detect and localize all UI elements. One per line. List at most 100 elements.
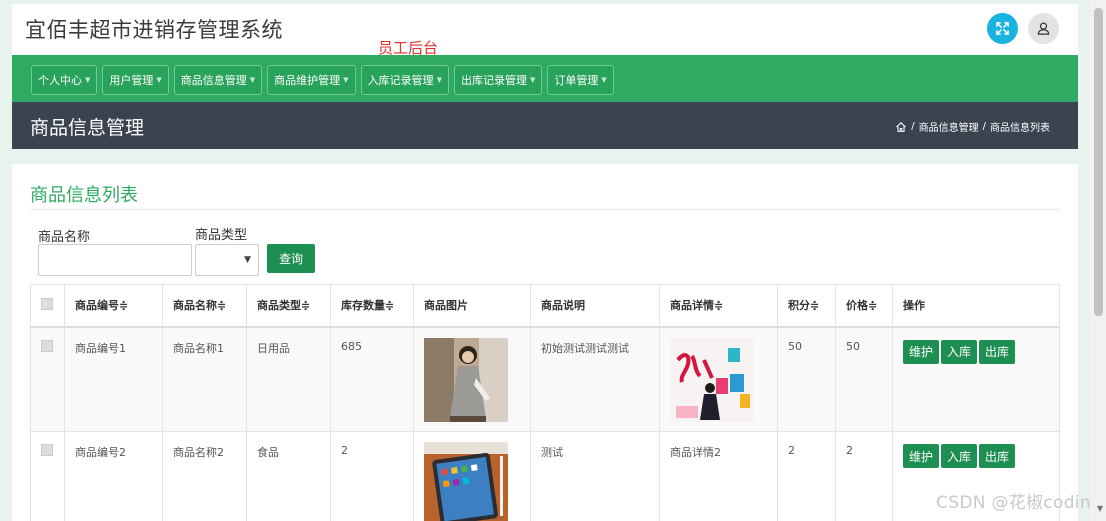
row-checkbox[interactable]: [41, 339, 53, 352]
col-label: 商品说明: [541, 299, 585, 313]
cell-points: 50: [777, 326, 836, 432]
sort-icon: ≑: [217, 299, 227, 313]
maintain-button[interactable]: 维护: [903, 339, 940, 364]
nav-label: 用户管理: [109, 74, 154, 87]
nav-item-users[interactable]: 用户管理 ▼: [102, 65, 169, 95]
col-header[interactable]: 商品类型≑: [246, 284, 331, 328]
caret-down-icon: ▼: [249, 76, 256, 84]
cell-type: 食品: [246, 431, 331, 521]
caret-down-icon: ▼: [343, 76, 349, 84]
cell-type: 日用品: [246, 326, 331, 432]
detail-shopping-poster[interactable]: [670, 337, 754, 422]
card-title: 商品信息列表: [30, 185, 138, 206]
cell-image: [413, 431, 531, 521]
sort-icon: ≑: [810, 299, 820, 313]
col-header: 商品说明: [530, 284, 660, 328]
main-nav: 个人中心 ▼ 用户管理 ▼ 商品信息管理 ▼ 商品维护管理 ▼ 入库记录管理 ▼ 出库记录…: [12, 55, 1078, 102]
cell-detail: [659, 326, 778, 432]
col-label: 库存数量: [341, 299, 385, 313]
staff-label: 员工后台: [378, 39, 439, 57]
cell-actions: 维护 入库 出库: [892, 326, 1060, 432]
nav-label: 商品维护管理: [274, 74, 341, 87]
watermark: CSDN @花椒coding: [936, 493, 1102, 513]
caret-down-icon: ▼: [436, 76, 442, 84]
page-scrollbar[interactable]: ▼: [1091, 0, 1106, 521]
col-header[interactable]: 商品名称≑: [162, 284, 247, 328]
caret-down-icon: ▼: [601, 76, 607, 84]
table-row: 商品编号2 商品名称2 食品 2 测试 商品详情2 2 2 维护 入库 出库: [30, 431, 1060, 521]
cell-image: [413, 326, 531, 432]
nav-label: 个人中心: [38, 74, 82, 87]
scroll-down-arrow-icon[interactable]: ▼: [1097, 504, 1103, 513]
nav-item-personal[interactable]: 个人中心 ▼: [31, 65, 98, 95]
divider: [30, 209, 1060, 210]
product-type-select[interactable]: ▼: [195, 244, 259, 276]
col-label: 商品编号: [75, 299, 119, 313]
col-label: 商品图片: [424, 299, 468, 313]
product-photo-tablet[interactable]: [424, 442, 508, 521]
breadcrumb: / 商品信息管理 / 商品信息列表: [895, 119, 1050, 134]
nav-item-stock-in[interactable]: 入库记录管理 ▼: [360, 65, 449, 95]
row-checkbox[interactable]: [41, 444, 53, 456]
col-header[interactable]: 商品详情≑: [659, 284, 778, 328]
user-icon: [1037, 22, 1050, 35]
maintain-button[interactable]: 维护: [903, 444, 940, 468]
row-select-cell: [30, 431, 65, 521]
col-header: 商品图片: [413, 284, 531, 328]
select-all-checkbox[interactable]: [41, 297, 53, 310]
cell-code: 商品编号1: [64, 326, 163, 432]
nav-label: 订单管理: [554, 74, 599, 87]
sort-icon: ≑: [714, 299, 724, 313]
cell-name: 商品名称1: [162, 326, 247, 432]
stock-out-button[interactable]: 出库: [979, 444, 1016, 468]
cell-stock: 685: [330, 326, 414, 432]
col-header[interactable]: 积分≑: [777, 284, 836, 328]
home-icon[interactable]: [895, 121, 907, 133]
cell-price: 2: [835, 431, 893, 521]
sort-icon: ≑: [119, 299, 129, 313]
nav-item-stock-out[interactable]: 出库记录管理 ▼: [453, 65, 543, 95]
fullscreen-button[interactable]: [987, 13, 1018, 44]
breadcrumb-item-current: 商品信息列表: [990, 123, 1050, 134]
user-menu-button[interactable]: [1028, 13, 1059, 44]
product-list-card: 商品信息列表 商品名称 商品类型 ▼ 查询 商品编号≑ 商品名称≑ 商品类型≑ …: [12, 164, 1078, 521]
cell-points: 2: [777, 431, 836, 521]
col-label: 商品详情: [670, 299, 714, 313]
col-header[interactable]: 商品编号≑: [64, 284, 163, 328]
page-header: 商品信息管理 / 商品信息管理 / 商品信息列表: [12, 102, 1078, 149]
breadcrumb-separator: /: [982, 121, 986, 132]
nav-item-product-info[interactable]: 商品信息管理 ▼: [173, 65, 263, 95]
product-photo-woman-dress[interactable]: [424, 337, 508, 422]
cell-name: 商品名称2: [162, 431, 247, 521]
col-header: 操作: [892, 284, 1060, 328]
type-filter-label: 商品类型: [195, 228, 248, 243]
stock-in-button[interactable]: 入库: [941, 444, 978, 468]
breadcrumb-item[interactable]: 商品信息管理: [919, 119, 979, 134]
caret-down-icon: ▼: [529, 76, 536, 84]
col-header[interactable]: 库存数量≑: [330, 284, 414, 328]
sort-icon: ≑: [868, 299, 878, 313]
cell-price: 50: [835, 326, 893, 432]
expand-arrows-icon: [996, 22, 1009, 35]
nav-label: 商品信息管理: [180, 74, 247, 87]
table-row: 商品编号1 商品名称1 日用品 685 初始测试测试测试 50 50 维护 入库…: [30, 326, 1060, 432]
cell-stock: 2: [330, 431, 414, 521]
stock-out-button[interactable]: 出库: [979, 339, 1016, 364]
col-label: 价格: [846, 299, 868, 313]
query-button[interactable]: 查询: [267, 244, 315, 273]
col-label: 商品类型: [257, 299, 301, 313]
col-label: 积分: [788, 299, 810, 313]
nav-label: 入库记录管理: [367, 74, 434, 87]
cell-detail: 商品详情2: [659, 431, 778, 521]
nav-item-product-maintenance[interactable]: 商品维护管理 ▼: [267, 65, 356, 95]
stock-in-button[interactable]: 入库: [941, 339, 978, 364]
scrollbar-thumb[interactable]: [1094, 8, 1103, 316]
col-header[interactable]: 价格≑: [835, 284, 893, 328]
col-label: 操作: [903, 299, 925, 313]
product-name-input[interactable]: [38, 244, 192, 276]
nav-item-orders[interactable]: 订单管理 ▼: [547, 65, 614, 95]
cell-desc: 初始测试测试测试: [530, 326, 660, 432]
cell-desc: 测试: [530, 431, 660, 521]
app-title: 宜佰丰超市进销存管理系统: [25, 18, 283, 42]
app-shell: 宜佰丰超市进销存管理系统 员工后台 个人中心 ▼ 用户管理 ▼ 商品信息管理 ▼ 商品…: [12, 4, 1078, 149]
